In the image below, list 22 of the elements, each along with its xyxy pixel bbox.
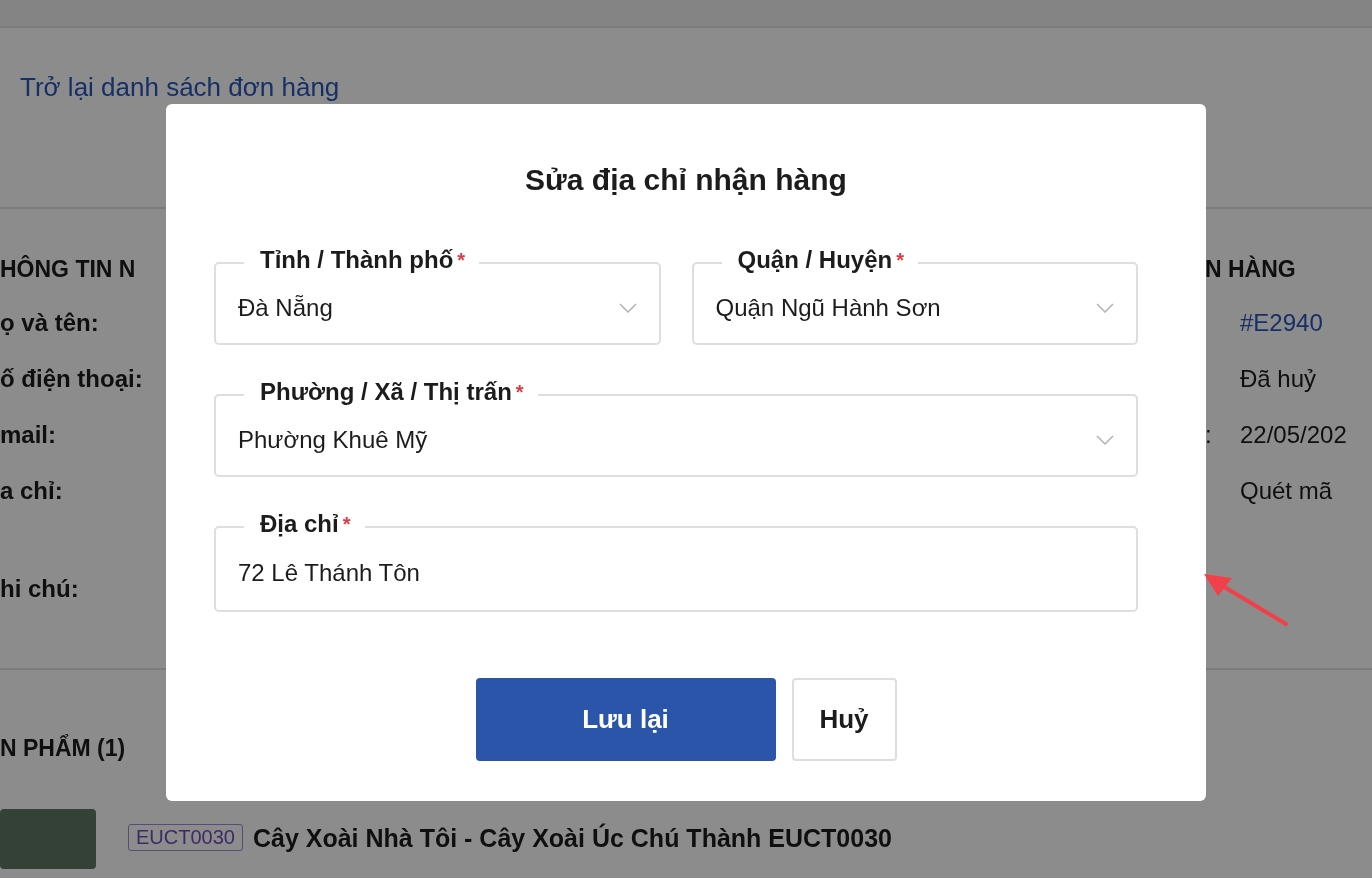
- back-link[interactable]: Trở lại danh sách đơn hàng: [20, 72, 340, 102]
- cancel-button[interactable]: Huỷ: [791, 678, 897, 761]
- product-name: Cây Xoài Nhà Tôi - Cây Xoài Úc Chú Thành EUCT0030: [252, 824, 892, 853]
- modal-title: Sửa địa chỉ nhận hàng: [524, 162, 848, 198]
- section-heading: N PHẨM (1): [0, 735, 127, 762]
- field-value: Quét mã: [1240, 476, 1334, 506]
- chevron-down-icon: [1096, 434, 1114, 445]
- field-value: 22/05/202: [1240, 420, 1348, 450]
- save-button[interactable]: Lưu lại: [475, 678, 776, 761]
- field-label: ố điện thoại:: [0, 364, 143, 394]
- field-value: Đã huỷ: [1240, 364, 1318, 394]
- order-link[interactable]: #E2940: [1240, 307, 1372, 363]
- field-label: :: [1205, 421, 1212, 448]
- field-label: hi chú:: [0, 574, 80, 604]
- product-code-tag: EUCT0030: [128, 824, 243, 851]
- field-label: ọ và tên:: [0, 308, 100, 338]
- chevron-down-icon: [1096, 302, 1114, 313]
- field-label: mail:: [0, 420, 57, 450]
- section-heading: N HÀNG: [1205, 256, 1297, 283]
- field-label: a chỉ:: [0, 476, 64, 506]
- chevron-down-icon: [618, 302, 637, 313]
- section-heading: HÔNG TIN N: [0, 256, 137, 283]
